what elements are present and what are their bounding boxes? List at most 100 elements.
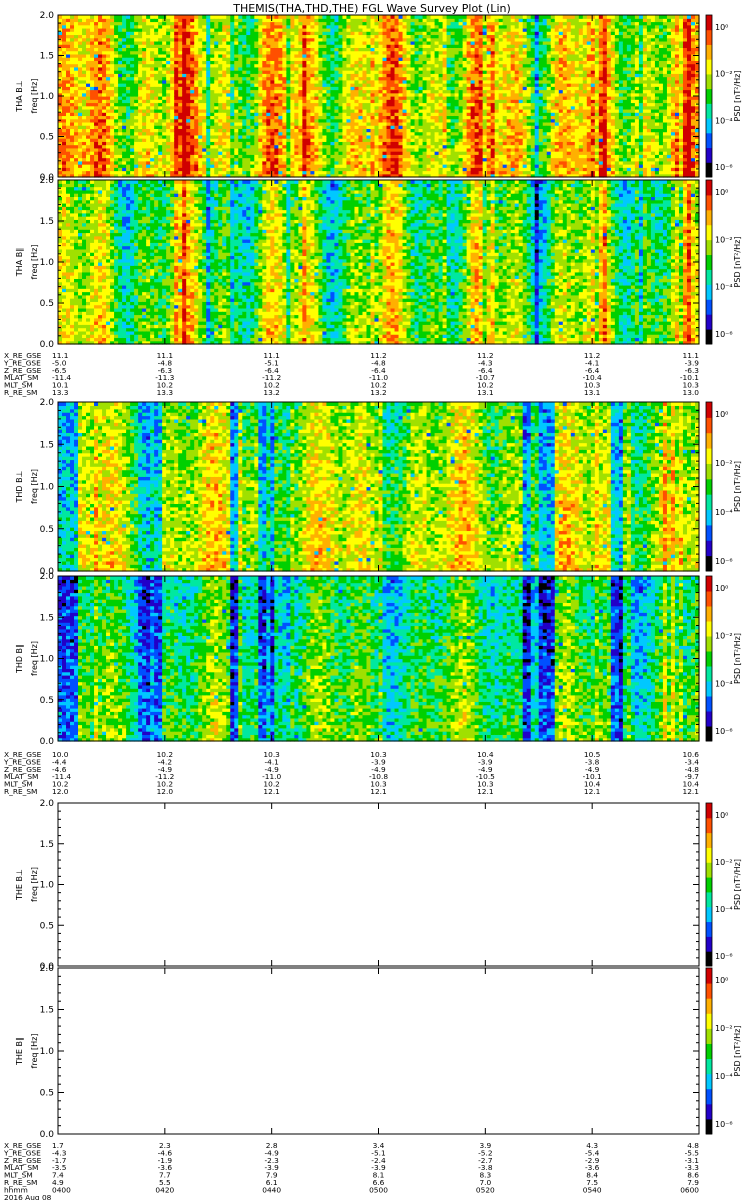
y-axis-label: freq [Hz] — [30, 641, 39, 676]
colorbar-tick-label: 10⁰ — [715, 976, 728, 985]
colorbar-tick-label: 10⁻⁶ — [715, 330, 733, 339]
y-axis-label: THD B⊥ — [15, 470, 24, 503]
colorbar-segment — [706, 417, 712, 433]
colorbar-segment — [706, 1119, 712, 1135]
y-axis-label: freq [Hz] — [30, 867, 39, 902]
colorbar-segment — [706, 818, 712, 833]
colorbar-segment — [706, 862, 712, 877]
y-axis-label: THA B⊥ — [15, 80, 24, 112]
ephemeris-value: 0420 — [155, 1185, 174, 1194]
colorbar-segment — [706, 133, 712, 148]
y-tick-label: 0.0 — [40, 340, 55, 350]
y-tick-label: 1.5 — [40, 217, 54, 227]
colorbar-segment — [706, 1043, 712, 1059]
ephemeris-value: 13.0 — [683, 388, 700, 397]
colorbar-segment — [706, 463, 712, 479]
colorbar-tick-label: 10⁻² — [715, 459, 733, 468]
colorbar-segment — [706, 1013, 712, 1029]
colorbar-segment — [706, 726, 712, 742]
colorbar-label: PSD [nT²/Hz] — [733, 237, 742, 288]
y-tick-label: 0.5 — [40, 921, 54, 931]
colorbar-segment — [706, 621, 712, 637]
y-axis-label: freq [Hz] — [30, 469, 39, 504]
y-tick-label: 1.0 — [40, 483, 55, 493]
colorbar-segment — [706, 44, 712, 59]
ephemeris-value: 13.2 — [263, 388, 279, 397]
y-axis-label: freq [Hz] — [30, 1034, 39, 1069]
colorbar-label: PSD [nT²/Hz] — [733, 461, 742, 512]
colorbar-segment — [706, 284, 712, 299]
ephemeris-value: 12.1 — [263, 787, 280, 796]
ephemeris-value: 13.3 — [52, 388, 69, 397]
y-tick-label: 0.5 — [40, 1089, 54, 1099]
colorbar-segment — [706, 525, 712, 541]
colorbar-segment — [706, 225, 712, 240]
colorbar — [706, 180, 712, 345]
ephemeris-value: 13.2 — [370, 388, 386, 397]
colorbar-segment — [706, 681, 712, 697]
y-tick-label: 1.5 — [40, 440, 54, 450]
colorbar-tick-label: 10⁻⁴ — [715, 508, 733, 517]
y-tick-label: 0.0 — [40, 737, 55, 747]
y-tick-label: 1.0 — [40, 258, 55, 268]
colorbar-label: PSD [nT²/Hz] — [733, 71, 742, 122]
colorbar-segment — [706, 556, 712, 572]
colorbar — [706, 402, 712, 572]
ephemeris-value: 12.0 — [157, 787, 174, 796]
y-axis-label: freq [Hz] — [30, 245, 39, 280]
plot-canvas: THEMIS(THA,THD,THE) FGL Wave Survey Plot… — [0, 0, 750, 1200]
colorbar-segment — [706, 15, 712, 30]
colorbar-tick-label: 10⁰ — [715, 23, 728, 32]
y-axis-label: THE B⊥ — [15, 869, 24, 901]
ephemeris-value: 0500 — [369, 1185, 388, 1194]
colorbar-label: PSD [nT²/Hz] — [733, 1026, 742, 1077]
ephemeris-row-label: R_RE_SM — [4, 388, 37, 397]
colorbar-segment — [706, 479, 712, 495]
colorbar-tick-label: 10⁻⁶ — [715, 163, 733, 172]
spectrogram-cells — [58, 180, 700, 345]
spectrogram-cells — [58, 576, 700, 742]
y-axis-label: THA B∥ — [15, 248, 24, 277]
colorbar-segment — [706, 74, 712, 89]
colorbar-segment — [706, 636, 712, 652]
y-tick-label: 2.0 — [40, 572, 55, 582]
colorbar-segment — [706, 1104, 712, 1120]
colorbar-segment — [706, 255, 712, 270]
colorbar-segment — [706, 118, 712, 133]
y-tick-label: 1.0 — [40, 1047, 55, 1057]
y-tick-label: 0.0 — [40, 1130, 55, 1140]
y-tick-label: 1.0 — [40, 92, 55, 102]
colorbar-tick-label: 10⁻⁶ — [715, 727, 733, 736]
colorbar-segment — [706, 666, 712, 682]
ephemeris-value: 0400 — [52, 1185, 71, 1194]
ephemeris-row-label: 2016 Aug 08 — [4, 1193, 52, 1200]
plot-title: THEMIS(THA,THD,THE) FGL Wave Survey Plot… — [232, 2, 511, 15]
colorbar-segment — [706, 877, 712, 892]
colorbar-tick-label: 10⁻⁴ — [715, 679, 733, 688]
colorbar — [706, 15, 712, 178]
colorbar-segment — [706, 510, 712, 526]
y-tick-label: 0.5 — [40, 696, 54, 706]
colorbar-tick-label: 10⁻² — [715, 1024, 733, 1033]
ephemeris-value: 0540 — [583, 1185, 602, 1194]
colorbar-segment — [706, 180, 712, 195]
spectrogram-cells — [58, 402, 700, 572]
colorbar-segment — [706, 983, 712, 999]
colorbar-label: PSD [nT²/Hz] — [733, 859, 742, 910]
colorbar-segment — [706, 299, 712, 314]
colorbar-tick-label: 10⁻⁴ — [715, 905, 733, 914]
panel-frame — [58, 803, 699, 966]
y-tick-label: 1.0 — [40, 655, 55, 665]
y-tick-label: 2.0 — [40, 176, 55, 186]
y-axis-label: THD B∥ — [15, 644, 24, 674]
ephemeris-value: 12.0 — [52, 787, 69, 796]
colorbar-segment — [706, 314, 712, 329]
colorbar-segment — [706, 696, 712, 712]
colorbar-tick-label: 10⁰ — [715, 410, 728, 419]
colorbar-segment — [706, 576, 712, 592]
colorbar-segment — [706, 448, 712, 464]
ephemeris-value: 13.3 — [157, 388, 174, 397]
colorbar-segment — [706, 591, 712, 607]
colorbar-segment — [706, 162, 712, 177]
y-tick-label: 1.0 — [40, 881, 55, 891]
